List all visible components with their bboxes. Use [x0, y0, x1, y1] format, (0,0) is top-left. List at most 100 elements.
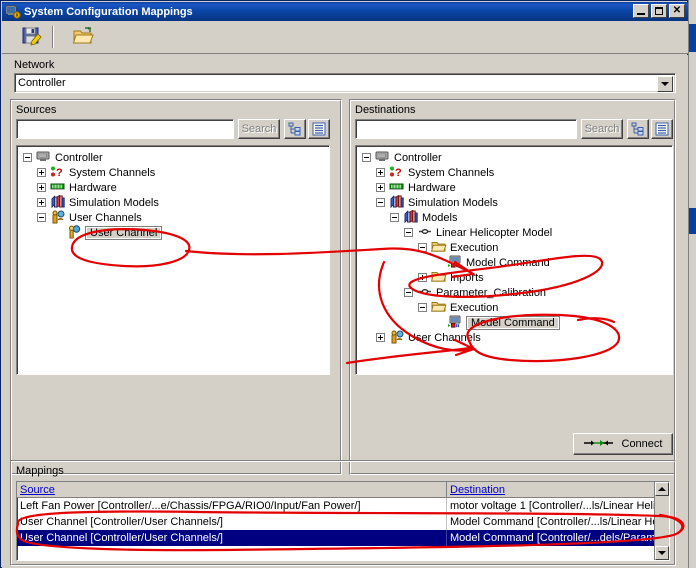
sources-tree-view-button[interactable] — [284, 119, 306, 139]
tree-node[interactable]: User Channels — [23, 210, 329, 225]
destinations-tree-view-button[interactable] — [627, 119, 649, 139]
maximize-button[interactable] — [651, 4, 667, 18]
expand-plus-icon[interactable] — [376, 183, 385, 192]
tree-node[interactable]: User Channels — [362, 330, 672, 345]
tree-node[interactable]: Simulation Models — [23, 194, 329, 210]
tree-node[interactable]: Execution — [362, 240, 672, 255]
collapse-minus-icon[interactable] — [37, 213, 46, 222]
connect-button[interactable]: Connect — [573, 433, 673, 455]
tree-node-label[interactable]: Linear Helicopter Model — [436, 227, 552, 239]
expand-plus-icon[interactable] — [418, 273, 427, 282]
tree-node-label[interactable]: Model Command — [466, 315, 560, 330]
tree-node[interactable]: Hardware — [23, 180, 329, 195]
tree-node-label[interactable]: System Channels — [69, 167, 155, 179]
mapping-source-cell: User Channel [Controller/User Channels/] — [17, 530, 447, 546]
destinations-search-input[interactable] — [355, 119, 577, 139]
column-header-destination[interactable]: Destination — [447, 482, 655, 497]
collapse-minus-icon[interactable] — [418, 243, 427, 252]
tree-node[interactable]: Parameter_Calibration — [362, 285, 672, 300]
mappings-grid-header: Source Destination — [17, 482, 669, 498]
table-row[interactable]: Left Fan Power [Controller/...e/Chassis/… — [17, 498, 669, 514]
close-button[interactable]: ✕ — [669, 4, 685, 18]
tree-node[interactable]: Model Command — [362, 315, 672, 330]
expand-plus-icon[interactable] — [37, 183, 46, 192]
system-channels-icon: ? — [50, 165, 66, 180]
network-value: Controller — [18, 77, 66, 89]
table-row[interactable]: User Channel [Controller/User Channels/]… — [17, 514, 669, 530]
scroll-down-icon[interactable] — [655, 546, 669, 560]
tree-node-label[interactable]: Parameter_Calibration — [436, 287, 546, 299]
tree-node[interactable]: Models — [362, 209, 672, 225]
sources-search-input[interactable] — [16, 119, 234, 139]
model-command-icon — [447, 315, 463, 330]
destinations-list-view-button[interactable] — [651, 119, 673, 139]
collapse-minus-icon[interactable] — [404, 288, 413, 297]
destinations-label: Destinations — [355, 104, 416, 116]
column-header-source[interactable]: Source — [17, 482, 447, 497]
tree-node-label[interactable]: User Channels — [408, 332, 481, 344]
folder-icon — [430, 300, 447, 315]
tree-node-label[interactable]: Execution — [450, 302, 498, 314]
tree-node-label[interactable]: Simulation Models — [69, 197, 159, 209]
list-view-icon — [655, 122, 669, 136]
sources-list-view-button[interactable] — [308, 119, 330, 139]
mappings-grid-body[interactable]: Left Fan Power [Controller/...e/Chassis/… — [17, 498, 669, 546]
toolbar — [2, 21, 688, 54]
tree-node-label[interactable]: Controller — [55, 152, 103, 164]
title-bar[interactable]: System Configuration Mappings ✕ — [2, 2, 688, 21]
tree-node-label[interactable]: Hardware — [69, 182, 117, 194]
tree-node[interactable]: Inports — [362, 270, 672, 285]
expand-plus-icon[interactable] — [376, 168, 385, 177]
destinations-search-button[interactable]: Search — [581, 119, 623, 139]
mappings-grid[interactable]: Source Destination Left Fan Power [Contro… — [16, 481, 670, 561]
tree-view-icon — [631, 122, 644, 136]
tree-node-label[interactable]: Simulation Models — [408, 197, 498, 209]
sources-search-button[interactable]: Search — [238, 119, 280, 139]
tree-node[interactable]: Simulation Models — [362, 194, 672, 210]
tree-node-label[interactable]: User Channels — [69, 212, 142, 224]
expand-plus-icon[interactable] — [37, 198, 46, 207]
tree-node-label[interactable]: Models — [422, 212, 457, 224]
tree-node-label[interactable]: Hardware — [408, 182, 456, 194]
tree-node[interactable]: ? System Channels — [23, 165, 329, 180]
tree-node[interactable]: Controller — [23, 150, 329, 165]
tree-node-label[interactable]: Inports — [450, 272, 484, 284]
tree-node[interactable]: User Channel — [23, 225, 329, 240]
hardware-icon — [389, 180, 405, 195]
collapse-minus-icon[interactable] — [390, 213, 399, 222]
collapse-minus-icon[interactable] — [418, 303, 427, 312]
tree-node-label[interactable]: Execution — [450, 242, 498, 254]
mapping-destination-cell: motor voltage 1 [Controller/...ls/Linear… — [447, 498, 655, 514]
sources-tree[interactable]: Controller? System Channels Hardware Simula… — [16, 145, 330, 375]
tree-node[interactable]: Model Command — [362, 255, 672, 270]
open-button[interactable] — [68, 22, 98, 52]
tree-node-label[interactable]: Controller — [394, 152, 442, 164]
window-buttons: ✕ — [633, 4, 685, 18]
mappings-scrollbar[interactable] — [654, 482, 669, 560]
background-window-accent-mid — [689, 208, 696, 234]
expand-plus-icon[interactable] — [376, 333, 385, 342]
collapse-minus-icon[interactable] — [23, 153, 32, 162]
tree-node-label[interactable]: Model Command — [466, 257, 550, 269]
destinations-tree[interactable]: Controller? System Channels Hardware Simula… — [355, 145, 673, 375]
network-combobox[interactable]: Controller — [14, 73, 676, 93]
tree-node-label[interactable]: User Channel — [85, 225, 163, 240]
scroll-up-icon[interactable] — [655, 482, 669, 496]
tree-node[interactable]: Execution — [362, 300, 672, 315]
tree-node[interactable]: Controller — [362, 150, 672, 165]
app-mappings-icon — [5, 4, 21, 20]
table-row[interactable]: User Channel [Controller/User Channels/]… — [17, 530, 669, 546]
tree-node[interactable]: ? System Channels — [362, 165, 672, 180]
collapse-minus-icon[interactable] — [362, 153, 371, 162]
save-button[interactable] — [16, 22, 46, 52]
tree-node-label[interactable]: System Channels — [408, 167, 494, 179]
collapse-minus-icon[interactable] — [404, 228, 413, 237]
tree-node[interactable]: Linear Helicopter Model — [362, 225, 672, 240]
minimize-button[interactable] — [633, 4, 649, 18]
collapse-minus-icon[interactable] — [376, 198, 385, 207]
mapping-destination-cell: Model Command [Controller/...dels/Parame… — [447, 530, 655, 546]
chevron-down-icon[interactable] — [657, 76, 673, 92]
expand-plus-icon[interactable] — [37, 168, 46, 177]
tree-node[interactable]: Hardware — [362, 180, 672, 195]
system-channels-icon: ? — [389, 165, 405, 180]
